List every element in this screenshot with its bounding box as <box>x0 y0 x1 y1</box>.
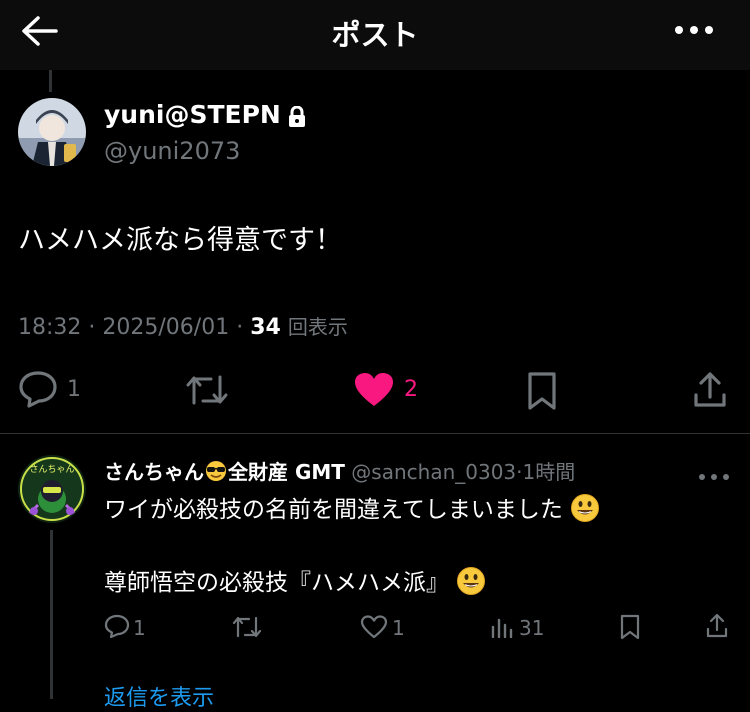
share-icon <box>706 613 728 638</box>
tweet-text: ハメハメ派なら得意です！ <box>18 225 342 256</box>
reply-time[interactable]: 1時間 <box>523 460 576 484</box>
reply-repost-button[interactable] <box>232 615 262 643</box>
like-count: 2 <box>404 377 418 402</box>
more-horizontal-icon <box>675 26 713 34</box>
reply-count: 1 <box>67 377 81 402</box>
reply-handle[interactable]: @sanchan_0303 <box>351 460 516 484</box>
smile-emoji-icon <box>456 566 486 602</box>
reply-header: さんちゃん 全財産 GMT @sanchan_0303·1時間 <box>104 456 575 487</box>
view-count-label: 回表示 <box>287 315 348 339</box>
reply-views-button[interactable] <box>490 616 514 642</box>
page-title: ポスト <box>331 18 419 52</box>
bookmark-icon <box>528 372 556 410</box>
like-button[interactable] <box>354 372 394 412</box>
repost-icon <box>232 616 262 638</box>
reply-icon <box>104 614 130 639</box>
tweet-time[interactable]: 18:32 <box>18 315 81 340</box>
tweet-date[interactable]: 2025/06/01 <box>102 315 229 340</box>
reply-like-count: 1 <box>392 616 405 640</box>
avatar-text: さんちゃん <box>29 464 74 475</box>
reply-views-count: 31 <box>519 616 545 640</box>
more-horizontal-icon <box>699 474 729 480</box>
analytics-icon <box>491 618 513 639</box>
tweet-meta: 18:32 · 2025/06/01 · 34 回表示 <box>18 315 348 340</box>
share-button[interactable] <box>692 371 728 413</box>
lock-icon <box>288 105 306 132</box>
user-handle[interactable]: @yuni2073 <box>104 137 240 165</box>
view-count: 34 <box>250 315 281 340</box>
bookmark-button[interactable] <box>526 371 558 415</box>
show-replies-link[interactable]: 返信を表示 <box>104 680 214 712</box>
reply-more-button[interactable] <box>698 466 730 485</box>
reply-reply-count: 1 <box>133 616 146 640</box>
reply-text: 尊師悟空の必殺技『ハメハメ派』 <box>104 570 449 596</box>
heart-filled-icon <box>355 373 393 406</box>
reply-reply-button[interactable] <box>104 614 130 642</box>
reply-text: ワイが必殺技の名前を間違えてしまいました <box>104 497 563 523</box>
reply-like-button[interactable] <box>360 615 388 643</box>
thread-line <box>49 70 52 92</box>
reply-display-name[interactable]: さんちゃん <box>104 460 204 484</box>
reply-icon <box>19 371 57 408</box>
display-name[interactable]: yuni@STEPN <box>104 100 281 129</box>
reply-text-line2: 尊師悟空の必殺技『ハメハメ派』 <box>104 563 486 602</box>
thread-line <box>50 530 53 699</box>
avatar[interactable] <box>18 98 86 166</box>
reply-bookmark-button[interactable] <box>619 614 641 644</box>
more-button[interactable] <box>672 18 716 46</box>
share-icon <box>694 372 726 407</box>
heart-icon <box>360 615 388 639</box>
reply-avatar[interactable]: さんちゃん <box>18 455 86 523</box>
smile-emoji-icon <box>570 493 600 529</box>
reply-text-line1: ワイが必殺技の名前を間違えてしまいました <box>104 490 600 529</box>
reply-button[interactable] <box>18 370 58 412</box>
reply-name-suffix[interactable]: 全財産 GMT <box>228 460 345 484</box>
sunglasses-emoji-icon <box>204 460 228 487</box>
bookmark-icon <box>620 614 640 640</box>
repost-button[interactable] <box>185 373 229 411</box>
divider <box>0 433 750 434</box>
reply-share-button[interactable] <box>705 613 729 643</box>
repost-icon <box>186 375 228 405</box>
